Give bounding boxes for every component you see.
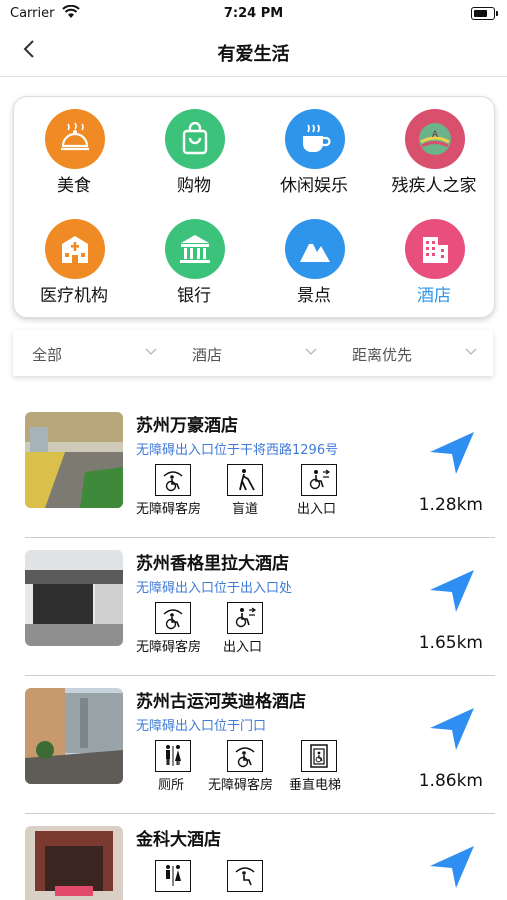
coffee-cup-icon bbox=[285, 109, 345, 169]
hotel-address: 无障碍出入口位于干将西路1296号 bbox=[136, 443, 339, 458]
chevron-down-icon bbox=[145, 348, 157, 355]
facility-accessible-room: 无障碍客房 bbox=[136, 602, 216, 655]
elevator-icon bbox=[301, 740, 337, 772]
facility-elevator: 垂直电梯 bbox=[289, 740, 369, 793]
hotel-distance: 1.86km bbox=[418, 771, 483, 791]
facility-accessible-room bbox=[208, 860, 288, 900]
filter-bar: 全部 酒店 距离优先 bbox=[13, 330, 493, 376]
hospital-icon bbox=[45, 219, 105, 279]
hotel-photo bbox=[25, 550, 123, 646]
status-bar: Carrier 7:24 PM bbox=[0, 0, 507, 28]
hotel-name: 苏州万豪酒店 bbox=[136, 416, 238, 436]
category-label: 休闲娱乐 bbox=[280, 176, 348, 196]
status-time: 7:24 PM bbox=[223, 6, 284, 21]
facility-label: 盲道 bbox=[232, 502, 259, 517]
bank-icon bbox=[165, 219, 225, 279]
category-disabled-home[interactable]: A 残疾人之家 bbox=[374, 97, 494, 197]
mountain-icon bbox=[285, 219, 345, 279]
hotel-name: 苏州香格里拉大酒店 bbox=[136, 554, 289, 574]
facility-blind-path: 盲道 bbox=[222, 464, 302, 517]
accessible-room-icon bbox=[155, 602, 191, 634]
navigate-arrow-icon[interactable] bbox=[428, 844, 476, 894]
facility-label: 出入口 bbox=[297, 502, 337, 517]
facility-entrance: 出入口 bbox=[222, 602, 302, 655]
toilet-icon bbox=[155, 860, 191, 892]
food-cloche-icon bbox=[45, 109, 105, 169]
facility-label: 厕所 bbox=[158, 778, 185, 793]
facility-toilet: 厕所 bbox=[136, 740, 216, 793]
facility-entrance: 出入口 bbox=[296, 464, 376, 517]
accessible-entrance-icon bbox=[227, 602, 263, 634]
filter-category-dropdown[interactable]: 酒店 bbox=[173, 330, 333, 376]
hotel-photo bbox=[25, 412, 123, 508]
battery-icon bbox=[471, 7, 498, 20]
hotel-photo bbox=[25, 688, 123, 784]
category-food[interactable]: 美食 bbox=[14, 97, 134, 197]
disabled-home-logo-icon: A bbox=[405, 109, 465, 169]
accessible-room-icon bbox=[227, 860, 263, 892]
facility-label: 无障碍客房 bbox=[136, 502, 202, 517]
category-medical[interactable]: 医疗机构 bbox=[14, 207, 134, 307]
filter-region-dropdown[interactable]: 全部 bbox=[13, 330, 173, 376]
shopping-bag-icon bbox=[165, 109, 225, 169]
accessible-room-icon bbox=[227, 740, 263, 772]
category-label: 购物 bbox=[177, 176, 211, 196]
facility-label: 无障碍客房 bbox=[208, 778, 274, 793]
hotel-photo bbox=[25, 826, 123, 900]
chevron-down-icon bbox=[305, 348, 317, 355]
category-label: 美食 bbox=[57, 176, 91, 196]
accessible-entrance-icon bbox=[301, 464, 337, 496]
category-label: 残疾人之家 bbox=[391, 176, 477, 196]
navigate-arrow-icon[interactable] bbox=[428, 568, 476, 618]
facility-label: 无障碍客房 bbox=[136, 640, 202, 655]
facility-accessible-room: 无障碍客房 bbox=[136, 464, 216, 517]
filter-label: 距离优先 bbox=[352, 346, 413, 364]
svg-text:A: A bbox=[432, 130, 439, 140]
category-shopping[interactable]: 购物 bbox=[134, 97, 254, 197]
category-leisure[interactable]: 休闲娱乐 bbox=[254, 97, 374, 197]
toilet-icon bbox=[155, 740, 191, 772]
filter-sort-dropdown[interactable]: 距离优先 bbox=[333, 330, 493, 376]
list-item[interactable]: 苏州古运河英迪格酒店 无障碍出入口位于门口 厕所 无障碍客房 垂直电梯 1.86… bbox=[0, 676, 507, 814]
facility-accessible-room: 无障碍客房 bbox=[208, 740, 288, 793]
navigate-arrow-icon[interactable] bbox=[428, 430, 476, 480]
list-item[interactable]: 苏州香格里拉大酒店 无障碍出入口位于出入口处 无障碍客房 出入口 1.65km bbox=[0, 538, 507, 676]
hotel-name: 金科大酒店 bbox=[136, 830, 221, 850]
facility-label: 垂直电梯 bbox=[289, 778, 342, 793]
hotel-distance: 1.65km bbox=[418, 633, 483, 653]
hotel-name: 苏州古运河英迪格酒店 bbox=[136, 692, 306, 712]
page-title: 有爱生活 bbox=[217, 44, 290, 65]
facility-toilet bbox=[136, 860, 216, 900]
category-label: 医疗机构 bbox=[40, 286, 108, 306]
blind-path-icon bbox=[227, 464, 263, 496]
filter-label: 酒店 bbox=[192, 346, 223, 364]
navigate-arrow-icon[interactable] bbox=[428, 706, 476, 756]
filter-label: 全部 bbox=[32, 346, 63, 364]
category-label-selected: 酒店 bbox=[417, 286, 451, 306]
hotel-building-icon bbox=[405, 219, 465, 279]
category-label: 景点 bbox=[297, 286, 331, 306]
nav-bar: 有爱生活 bbox=[0, 28, 507, 77]
hotel-address: 无障碍出入口位于出入口处 bbox=[136, 581, 293, 596]
list-item[interactable]: 金科大酒店 bbox=[0, 814, 507, 900]
list-item[interactable]: 苏州万豪酒店 无障碍出入口位于干将西路1296号 无障碍客房 盲道 出入口 1.… bbox=[0, 400, 507, 538]
hotel-address: 无障碍出入口位于门口 bbox=[136, 719, 267, 734]
category-scenic[interactable]: 景点 bbox=[254, 207, 374, 307]
chevron-down-icon bbox=[465, 348, 477, 355]
category-grid: 美食 购物 休闲娱乐 A 残疾人之家 医疗机构 银行 景点 酒店 bbox=[13, 96, 495, 318]
category-bank[interactable]: 银行 bbox=[134, 207, 254, 307]
category-label: 银行 bbox=[177, 286, 211, 306]
category-hotel[interactable]: 酒店 bbox=[374, 207, 494, 307]
accessible-room-icon bbox=[155, 464, 191, 496]
facility-label: 出入口 bbox=[223, 640, 263, 655]
hotel-distance: 1.28km bbox=[418, 495, 483, 515]
